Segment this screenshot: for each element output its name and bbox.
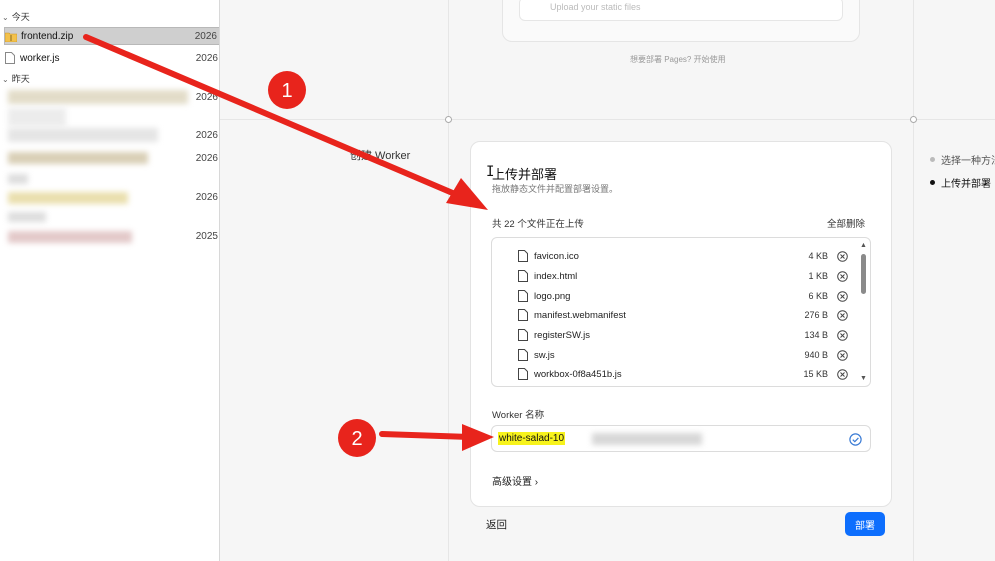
remove-all-button[interactable]: 全部删除 [827, 216, 865, 230]
worker-name-input[interactable]: white-salad-10 [491, 425, 871, 452]
list-scrollbar[interactable]: ▲ ▼ [860, 242, 867, 382]
blurred-file-row [8, 212, 46, 222]
file-name: frontend.zip [21, 30, 74, 42]
file-name: favicon.ico [534, 250, 579, 262]
blurred-date: 2026 [195, 91, 218, 103]
file-icon [518, 290, 528, 302]
remove-file-icon[interactable] [837, 290, 848, 302]
remove-file-icon[interactable] [837, 329, 848, 341]
list-item: index.html 1 KB [518, 267, 852, 285]
list-item: registerSW.js 134 B [518, 326, 852, 344]
file-icon [518, 309, 528, 321]
file-explorer: ⌄ 今天 frontend.zip 2026 worker.js 2026 ⌄ 昨天… [0, 0, 220, 561]
step-upload-deploy: 上传并部署 [930, 171, 995, 194]
file-icon [518, 270, 528, 282]
resize-handle[interactable] [445, 116, 452, 123]
remove-file-icon[interactable] [837, 309, 848, 321]
browser-page: Upload your static files 想要部署 Pages? 开始使… [220, 0, 995, 561]
chevron-down-icon: ⌄ [2, 75, 9, 84]
remove-file-icon[interactable] [837, 368, 848, 380]
list-item: workbox-0f8a451b.js 15 KB [518, 365, 852, 383]
list-item: sw.js 940 B [518, 346, 852, 364]
upload-deploy-card: I 上传并部署 拖放静态文件并配置部署设置。 共 22 个文件正在上传 全部删除… [470, 141, 892, 507]
remove-file-icon[interactable] [837, 349, 848, 361]
divider [913, 0, 914, 561]
resize-handle[interactable] [910, 116, 917, 123]
dialog-title: 上传并部署 [492, 167, 558, 182]
zip-folder-icon [5, 30, 17, 43]
file-name: manifest.webmanifest [534, 309, 626, 321]
file-date: 2026 [195, 52, 218, 64]
blurred-file-row [8, 174, 28, 184]
list-item: logo.png 6 KB [518, 287, 852, 305]
remove-file-icon[interactable] [837, 270, 848, 282]
divider [220, 119, 995, 120]
chevron-down-icon: ⌄ [2, 13, 9, 22]
file-size: 940 B [804, 350, 828, 360]
group-today[interactable]: ⌄ 今天 [2, 10, 30, 23]
worker-name-label: Worker 名称 [492, 410, 545, 421]
file-size: 1 KB [808, 271, 828, 281]
scroll-up-icon[interactable]: ▲ [860, 242, 867, 249]
file-name: logo.png [534, 290, 571, 302]
blurred-name-suffix [592, 433, 702, 445]
blurred-date: 2026 [195, 129, 218, 141]
file-icon [518, 329, 528, 341]
file-size: 276 B [804, 310, 828, 320]
scroll-down-icon[interactable]: ▼ [860, 375, 867, 382]
list-item: manifest.webmanifest 276 B [518, 306, 852, 324]
file-size: 6 KB [808, 291, 828, 301]
pages-hint[interactable]: 想要部署 Pages? 开始使用 [630, 54, 726, 65]
upload-option-card[interactable]: Upload your static files [502, 0, 860, 42]
check-circle-icon [849, 433, 862, 446]
divider [448, 0, 449, 561]
file-name: registerSW.js [534, 329, 590, 341]
scroll-thumb[interactable] [861, 254, 866, 294]
file-date: 2026 [194, 30, 217, 42]
file-size: 134 B [804, 330, 828, 340]
deploy-button[interactable]: 部署 [845, 512, 885, 536]
list-item: favicon.ico 4 KB [518, 247, 852, 265]
back-button[interactable]: 返回 [486, 517, 507, 532]
file-size: 4 KB [808, 251, 828, 261]
file-icon [518, 250, 528, 262]
step-select-method: 选择一种方法 [930, 148, 995, 171]
uploaded-file-list[interactable]: favicon.ico 4 KB index.html 1 KB logo.pn… [491, 237, 871, 387]
file-name: workbox-0f8a451b.js [534, 368, 622, 380]
file-icon [518, 349, 528, 361]
upload-static-files-option[interactable]: Upload your static files [519, 0, 843, 21]
upload-count: 共 22 个文件正在上传 [492, 219, 584, 230]
blurred-date: 2026 [195, 191, 218, 203]
file-name: index.html [534, 270, 578, 282]
advanced-settings-toggle[interactable]: 高级设置 › [492, 473, 538, 488]
create-worker-label: 创建 Worker [350, 150, 411, 162]
file-row-frontend-zip[interactable]: frontend.zip 2026 [4, 27, 219, 45]
blurred-date: 2025 [195, 230, 218, 242]
worker-name-value: white-salad-10 [498, 432, 566, 445]
blurred-file-row [8, 108, 66, 126]
file-row-worker-js[interactable]: worker.js 2026 [4, 49, 219, 67]
step-list: 选择一种方法 上传并部署 [930, 148, 995, 194]
blurred-date: 2026 [195, 152, 218, 164]
step-dot-icon [930, 180, 935, 185]
step-dot-icon [930, 157, 935, 162]
remove-file-icon[interactable] [837, 250, 848, 262]
group-yesterday[interactable]: ⌄ 昨天 [2, 72, 30, 85]
dialog-subtitle: 拖放静态文件并配置部署设置。 [492, 184, 619, 194]
file-name: worker.js [20, 52, 60, 64]
file-size: 15 KB [803, 369, 828, 379]
file-icon [518, 368, 528, 380]
file-icon [4, 52, 16, 65]
file-name: sw.js [534, 349, 555, 361]
